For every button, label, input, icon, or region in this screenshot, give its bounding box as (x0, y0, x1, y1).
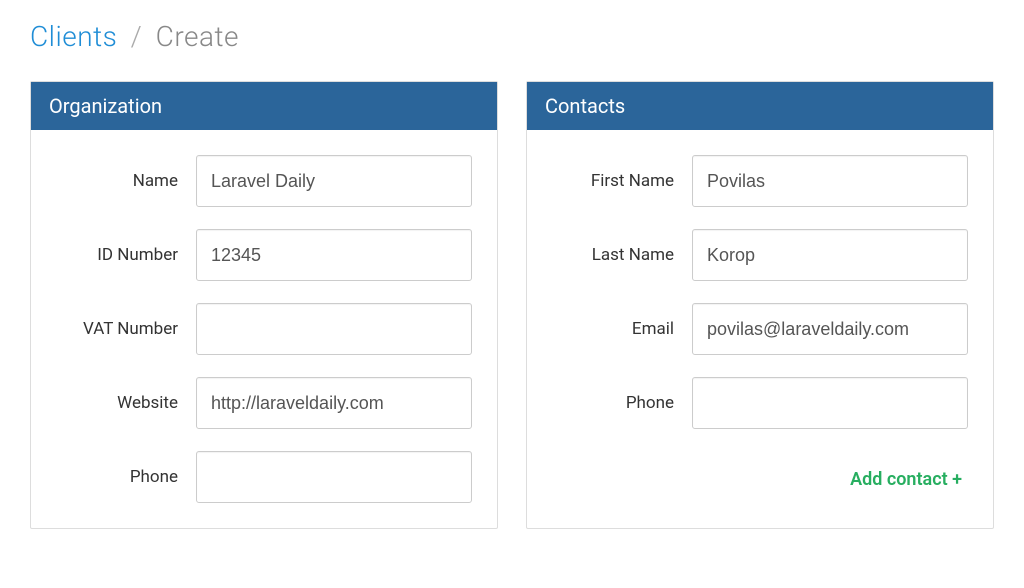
breadcrumb-separator: / (131, 20, 143, 53)
organization-panel: Organization Name ID Number VAT Number W… (30, 81, 498, 529)
org-name-label: Name (41, 171, 196, 191)
contact-lastname-input[interactable] (692, 229, 968, 281)
breadcrumb-current: Create (156, 20, 239, 53)
org-vat-input[interactable] (196, 303, 472, 355)
org-vat-label: VAT Number (41, 319, 196, 339)
org-phone-label: Phone (41, 467, 196, 487)
contact-email-label: Email (537, 319, 692, 339)
contact-phone-input[interactable] (692, 377, 968, 429)
contact-phone-label: Phone (537, 393, 692, 413)
contact-firstname-label: First Name (537, 171, 692, 191)
organization-panel-title: Organization (31, 82, 497, 130)
org-id-input[interactable] (196, 229, 472, 281)
contact-firstname-input[interactable] (692, 155, 968, 207)
contact-lastname-label: Last Name (537, 245, 692, 265)
contacts-panel-title: Contacts (527, 82, 993, 130)
breadcrumb-link-clients[interactable]: Clients (30, 20, 117, 53)
org-name-input[interactable] (196, 155, 472, 207)
contacts-panel: Contacts First Name Last Name Email Phon… (526, 81, 994, 529)
breadcrumb: Clients / Create (30, 20, 994, 53)
contact-email-input[interactable] (692, 303, 968, 355)
org-id-label: ID Number (41, 245, 196, 265)
org-website-label: Website (41, 393, 196, 413)
org-phone-input[interactable] (196, 451, 472, 503)
add-contact-button[interactable]: Add contact + (537, 451, 968, 490)
org-website-input[interactable] (196, 377, 472, 429)
